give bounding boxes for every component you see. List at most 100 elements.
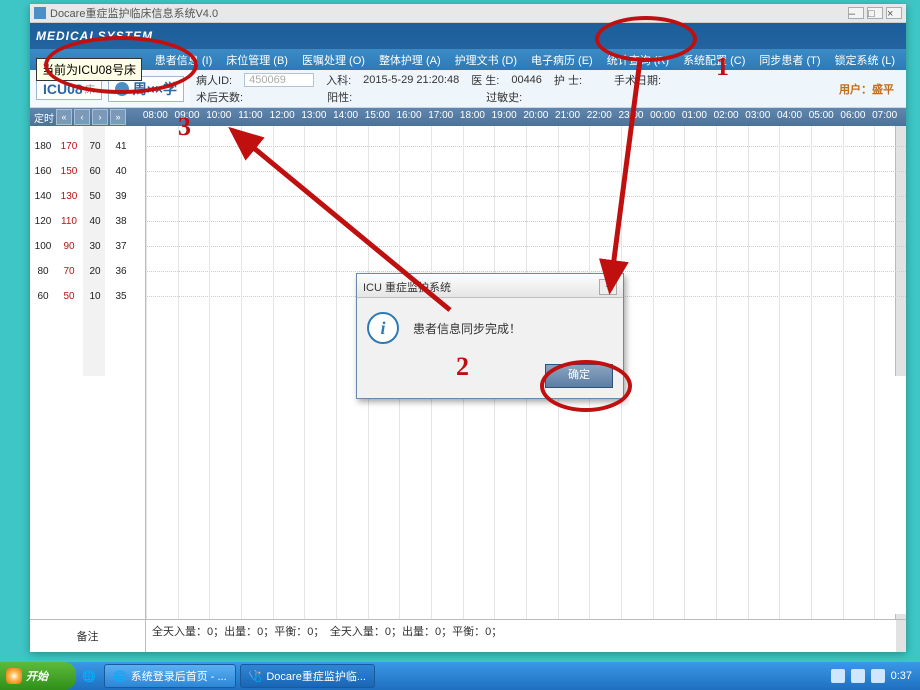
patient-name[interactable]: 周××学 <box>108 76 184 102</box>
nurse-label: 护 士: <box>554 72 582 88</box>
bed-number-button[interactable]: ICU08床 <box>36 78 102 100</box>
scale-cell: 36 <box>108 266 134 277</box>
axis-hour: 20:00 <box>523 110 548 121</box>
axis-hour: 05:00 <box>809 110 834 121</box>
patient-id-label: 病人ID: <box>196 72 232 88</box>
dialog-close-button[interactable]: × <box>599 279 617 295</box>
brand-name: MEDICALSYSTEM <box>36 29 153 43</box>
clock: 0:37 <box>891 670 912 682</box>
window-title: Docare重症监护临床信息系统V4.0 <box>50 5 218 21</box>
scale-cell: 39 <box>108 191 134 202</box>
scale-row: 1601506040 <box>30 159 145 184</box>
scale-cell: 50 <box>56 291 82 302</box>
sync-complete-dialog: ICU 重症监护系统 × i 患者信息同步完成！ 确定 <box>356 273 624 399</box>
current-user: 用户：盛平 <box>839 70 906 107</box>
axis-hour: 08:00 <box>143 110 168 121</box>
minimize-button[interactable]: – <box>848 7 864 19</box>
postop-label: 术后天数: <box>196 89 243 105</box>
start-button[interactable]: 开始 <box>0 662 76 690</box>
menu-nursing-doc[interactable]: 护理文书 (D) <box>448 52 524 68</box>
scale-cell: 90 <box>56 241 82 252</box>
scale-cell: 30 <box>82 241 108 252</box>
admit-label: 入科: <box>326 72 351 88</box>
scale-cell: 130 <box>56 191 82 202</box>
axis-hour: 23:00 <box>618 110 643 121</box>
menu-lock[interactable]: 锁定系统 (L) <box>828 52 903 68</box>
scale-cell: 38 <box>108 216 134 227</box>
axis-hour: 12:00 <box>270 110 295 121</box>
axis-next-day[interactable]: » <box>110 109 126 125</box>
remark-bar: 备注 全天入量：0；出量：0；平衡：0； 全天入量：0；出量：0；平衡：0； <box>30 619 906 652</box>
branding-bar: MEDICALSYSTEM <box>30 23 906 49</box>
menu-bar: 患者信息 (I) 床位管理 (B) 医嘱处理 (O) 整体护理 (A) 护理文书… <box>30 49 906 70</box>
axis-hour: 07:00 <box>872 110 897 121</box>
doctor-value: 00446 <box>511 74 542 86</box>
scale-cell: 41 <box>108 141 134 152</box>
axis-hour: 16:00 <box>396 110 421 121</box>
axis-next[interactable]: › <box>92 109 108 125</box>
scale-cell: 150 <box>56 166 82 177</box>
scale-cell: 10 <box>82 291 108 302</box>
menu-emr[interactable]: 电子病历 (E) <box>524 52 600 68</box>
axis-hour: 04:00 <box>777 110 802 121</box>
op-date-label: 手术日期: <box>614 72 661 88</box>
axis-hour: 22:00 <box>587 110 612 121</box>
axis-left-label: 定时 <box>34 110 54 125</box>
scale-cell: 20 <box>82 266 108 277</box>
scale-cell: 160 <box>30 166 56 177</box>
menu-config[interactable]: 系统配置 (C) <box>676 52 752 68</box>
axis-hour: 03:00 <box>745 110 770 121</box>
dialog-ok-button[interactable]: 确定 <box>545 364 613 388</box>
tray-icon[interactable] <box>831 669 845 683</box>
task-browser[interactable]: 🌐系统登录后首页 - ... <box>104 664 236 688</box>
scale-row: 100903037 <box>30 234 145 259</box>
scale-cell: 110 <box>56 216 82 227</box>
axis-hour: 10:00 <box>206 110 231 121</box>
system-tray: 0:37 <box>831 669 920 683</box>
scale-cell: 180 <box>30 141 56 152</box>
axis-hour: 19:00 <box>492 110 517 121</box>
axis-hour: 06:00 <box>840 110 865 121</box>
info-icon: i <box>367 312 399 344</box>
scale-cell: 80 <box>30 266 56 277</box>
y-axis-scales: 1801707041160150604014013050391201104038… <box>30 126 146 619</box>
axis-hour: 18:00 <box>460 110 485 121</box>
axis-hour: 02:00 <box>714 110 739 121</box>
quicklaunch-ie-icon[interactable]: 🌐 <box>78 665 100 687</box>
dialog-title: ICU 重症监护系统 <box>363 279 451 295</box>
time-axis: 定时 « ‹ › » 08:0009:0010:0011:0012:0013:0… <box>30 108 906 126</box>
patient-id-field[interactable]: 450069 <box>244 73 314 87</box>
scale-row: 1801707041 <box>30 134 145 159</box>
task-docare[interactable]: 🩺Docare重症监护临... <box>240 664 375 688</box>
dialog-message: 患者信息同步完成！ <box>413 320 521 337</box>
scale-cell: 60 <box>82 166 108 177</box>
scale-row: 1201104038 <box>30 209 145 234</box>
menu-orders[interactable]: 医嘱处理 (O) <box>295 52 372 68</box>
menu-patient-info[interactable]: 患者信息 (I) <box>148 52 219 68</box>
axis-prev[interactable]: ‹ <box>74 109 90 125</box>
axis-hour: 15:00 <box>365 110 390 121</box>
scale-row: 1401305039 <box>30 184 145 209</box>
remark-label: 备注 <box>30 620 146 652</box>
scale-cell: 40 <box>108 166 134 177</box>
axis-prev-day[interactable]: « <box>56 109 72 125</box>
allergy-label: 过敏史: <box>486 89 522 105</box>
axis-hour: 11:00 <box>238 110 262 121</box>
axis-hour: 01:00 <box>682 110 707 121</box>
scale-row: 80702036 <box>30 259 145 284</box>
scale-cell: 60 <box>30 291 56 302</box>
tray-icon[interactable] <box>851 669 865 683</box>
patient-info-bar: ICU08床 周××学 病人ID: 450069 入科: 2015-5-29 2… <box>30 70 906 108</box>
person-icon <box>115 82 129 96</box>
axis-hour: 13:00 <box>301 110 326 121</box>
scale-cell: 100 <box>30 241 56 252</box>
menu-nursing[interactable]: 整体护理 (A) <box>372 52 448 68</box>
menu-sync[interactable]: 同步患者 (T) <box>752 52 827 68</box>
scale-cell: 35 <box>108 291 134 302</box>
tray-icon[interactable] <box>871 669 885 683</box>
close-button[interactable]: × <box>886 7 902 19</box>
window-titlebar: Docare重症监护临床信息系统V4.0 – □ × <box>30 4 906 23</box>
menu-stats[interactable]: 统计查询 (R) <box>600 52 676 68</box>
menu-bed-mgmt[interactable]: 床位管理 (B) <box>219 52 295 68</box>
maximize-button[interactable]: □ <box>867 7 883 19</box>
